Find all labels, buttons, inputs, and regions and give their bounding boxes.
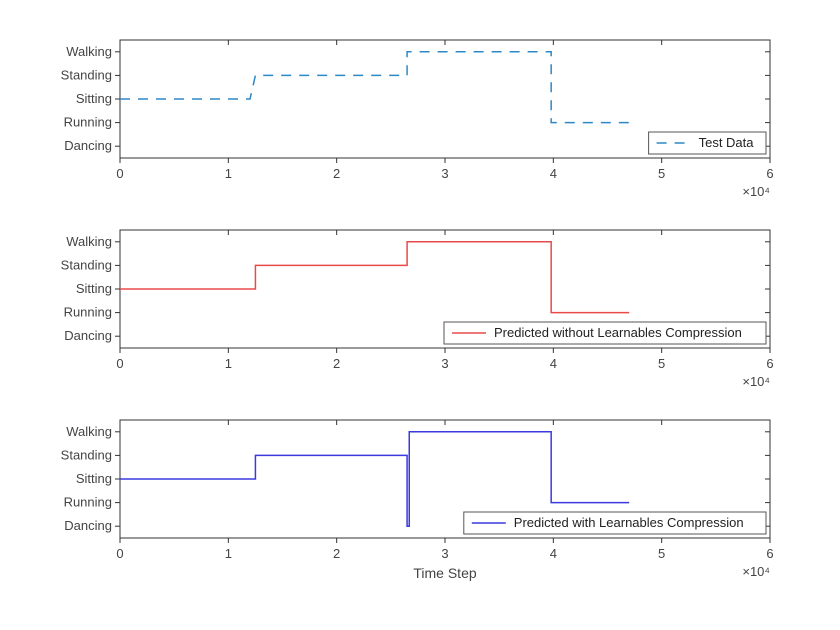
y-tick-label: Sitting (76, 91, 112, 106)
x-tick-label: 1 (225, 546, 232, 561)
y-tick-label: Dancing (64, 518, 112, 533)
x-tick-label: 6 (766, 356, 773, 371)
x-tick-label: 5 (658, 166, 665, 181)
x-axis-multiplier: ×10⁴ (742, 184, 770, 199)
y-tick-label: Dancing (64, 138, 112, 153)
y-tick-label: Running (64, 115, 112, 130)
y-tick-label: Walking (66, 234, 112, 249)
x-tick-label: 6 (766, 166, 773, 181)
subplot-2: Dancing Running Sitting Standing Walking 0 1 2 3… (61, 230, 774, 389)
subplot-3: Dancing Running Sitting Standing Walking 0 1 2 3… (61, 420, 774, 581)
x-tick-label: 1 (225, 356, 232, 371)
y-tick-label: Dancing (64, 328, 112, 343)
figure: Dancing Running Sitting Standing Walking 0 1 2 3… (0, 0, 840, 630)
plots-svg: Dancing Running Sitting Standing Walking 0 1 2 3… (0, 0, 840, 630)
x-tick-label: 0 (116, 356, 123, 371)
legend: Predicted with Learnables Compression (464, 512, 766, 534)
y-tick-label: Running (64, 495, 112, 510)
x-axis-multiplier: ×10⁴ (742, 564, 770, 579)
x-tick-label: 3 (441, 166, 448, 181)
x-axis-multiplier: ×10⁴ (742, 374, 770, 389)
x-tick-label: 5 (658, 356, 665, 371)
legend: Test Data (649, 132, 766, 154)
x-tick-label: 3 (441, 356, 448, 371)
x-tick-label: 6 (766, 546, 773, 561)
x-tick-label: 4 (550, 356, 557, 371)
x-tick-label: 2 (333, 546, 340, 561)
x-tick-label: 3 (441, 546, 448, 561)
x-tick-label: 4 (550, 166, 557, 181)
x-tick-label: 2 (333, 166, 340, 181)
x-tick-label: 4 (550, 546, 557, 561)
legend-label: Predicted with Learnables Compression (514, 515, 744, 530)
data-line (120, 242, 629, 313)
y-tick-label: Sitting (76, 281, 112, 296)
data-line (120, 52, 629, 123)
y-tick-label: Sitting (76, 471, 112, 486)
y-tick-label: Standing (61, 67, 112, 82)
x-tick-label: 2 (333, 356, 340, 371)
x-axis-label: Time Step (413, 565, 476, 581)
x-tick-label: 1 (225, 166, 232, 181)
y-tick-label: Walking (66, 424, 112, 439)
subplot-1: Dancing Running Sitting Standing Walking 0 1 2 3… (61, 40, 774, 199)
y-tick-label: Standing (61, 447, 112, 462)
legend-label: Predicted without Learnables Compression (494, 325, 742, 340)
legend: Predicted without Learnables Compression (444, 322, 766, 344)
x-tick-label: 5 (658, 546, 665, 561)
legend-label: Test Data (699, 135, 755, 150)
y-tick-label: Walking (66, 44, 112, 59)
y-tick-label: Standing (61, 257, 112, 272)
x-tick-label: 0 (116, 166, 123, 181)
y-tick-label: Running (64, 305, 112, 320)
x-tick-label: 0 (116, 546, 123, 561)
